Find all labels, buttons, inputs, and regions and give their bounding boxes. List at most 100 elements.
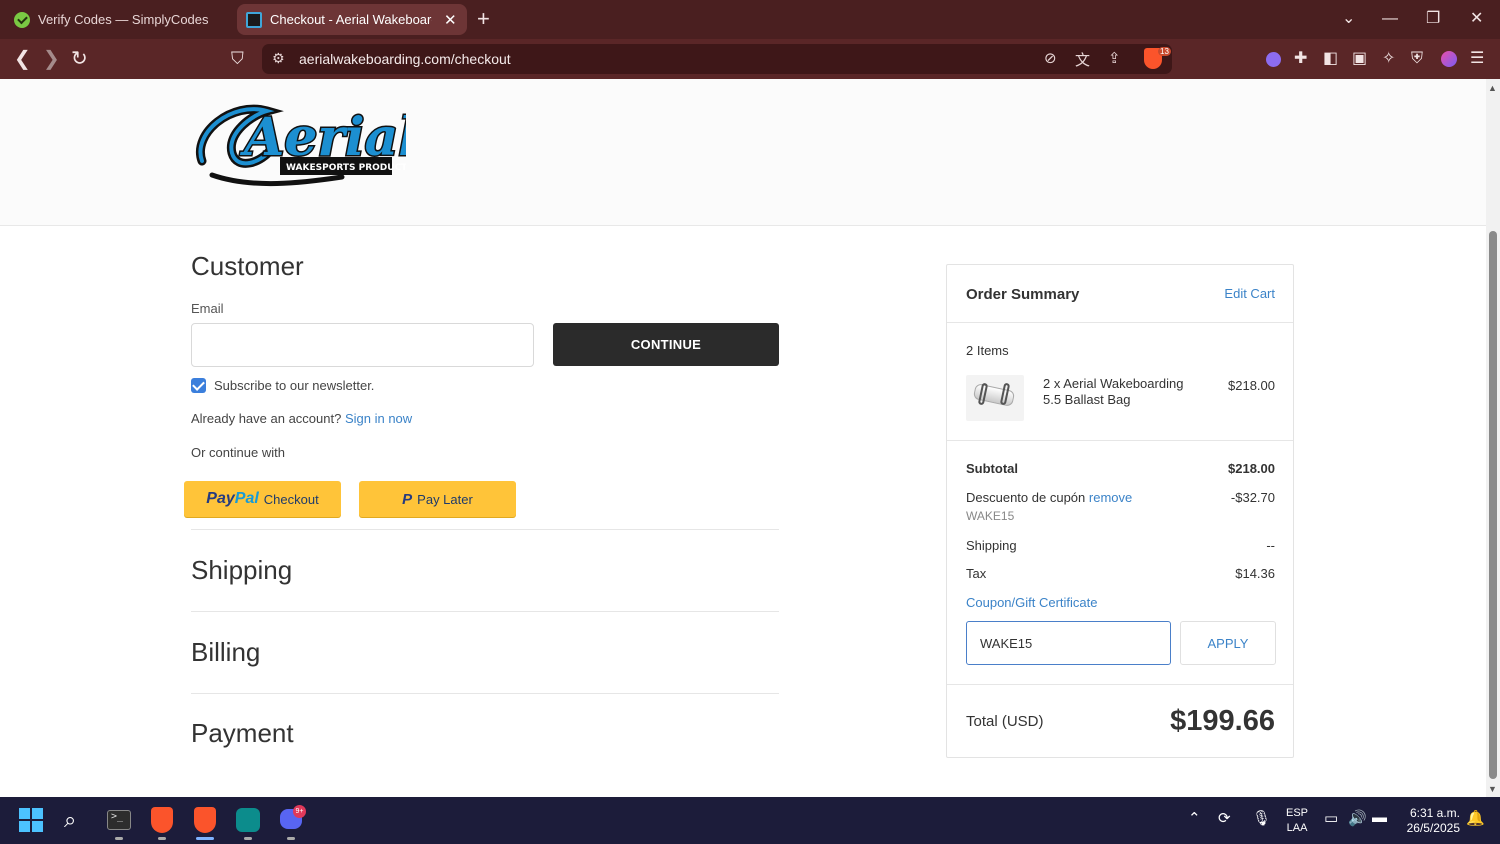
extension-purple-icon[interactable]	[1266, 52, 1281, 67]
network-icon[interactable]: ▭	[1324, 809, 1338, 827]
remove-coupon-link[interactable]: remove	[1089, 490, 1132, 505]
applied-coupon-code: WAKE15	[966, 509, 1015, 523]
language-indicator[interactable]: ESP LAA	[1286, 806, 1308, 836]
vpn-app-icon[interactable]	[236, 808, 260, 832]
shipping-value: --	[1266, 538, 1275, 553]
close-tab-icon[interactable]: ✕	[444, 11, 457, 29]
edit-cart-link[interactable]: Edit Cart	[1224, 286, 1275, 301]
scroll-down-icon[interactable]: ▼	[1488, 784, 1497, 794]
url-text[interactable]: aerialwakeboarding.com/checkout	[299, 51, 511, 67]
wallet-icon[interactable]: ▣	[1352, 49, 1367, 69]
reload-button[interactable]: ↻	[71, 47, 88, 71]
tax-label: Tax	[966, 566, 987, 581]
aerial-logo[interactable]: Aerial WAKESPORTS PRODUCTS	[192, 93, 406, 193]
clock[interactable]: 6:31 a.m. 26/5/2025	[1398, 806, 1460, 836]
email-field[interactable]	[191, 323, 534, 367]
paypal-checkout-button[interactable]: PayPal Checkout	[184, 481, 341, 517]
back-button[interactable]: ❮	[14, 47, 31, 71]
leo-sparkle-icon[interactable]: ✧	[1382, 49, 1395, 69]
minimize-button[interactable]: —	[1382, 9, 1398, 29]
new-tab-button[interactable]: +	[477, 6, 490, 32]
vpn-shield-icon[interactable]: ⛨	[1411, 49, 1423, 69]
search-icon[interactable]: ⌕	[64, 807, 90, 833]
extensions-puzzle-icon[interactable]: ✚	[1294, 49, 1307, 69]
customer-heading: Customer	[191, 251, 304, 281]
store-header: Aerial WAKESPORTS PRODUCTS	[0, 79, 1486, 226]
active-indicator	[196, 837, 214, 840]
sign-in-link[interactable]: Sign in now	[345, 411, 412, 426]
total-value: $199.66	[1170, 705, 1275, 737]
notification-bell-icon[interactable]: 🔔	[1466, 809, 1485, 827]
tray-chevron-up-icon[interactable]: ⌃	[1188, 809, 1201, 827]
clock-time: 6:31 a.m.	[1409, 806, 1460, 820]
order-summary-title: Order Summary	[966, 286, 1080, 303]
site-settings-icon[interactable]: ⚙	[272, 50, 285, 67]
bookmark-icon[interactable]: ⛉	[231, 47, 244, 71]
brave-browser-active-icon[interactable]	[194, 807, 216, 833]
tab-checkout[interactable]: Checkout - Aerial Wakeboarding ✕	[237, 4, 467, 35]
battery-icon[interactable]: ▬	[1372, 809, 1387, 826]
apply-coupon-button[interactable]: APPLY	[1180, 621, 1276, 665]
restore-button[interactable]: ❐	[1426, 9, 1440, 29]
close-window-button[interactable]: ✕	[1470, 9, 1483, 29]
section-divider	[191, 529, 779, 530]
simplycodes-icon	[14, 11, 30, 28]
tax-value: $14.36	[1235, 566, 1275, 581]
newsletter-label[interactable]: Subscribe to our newsletter.	[214, 378, 374, 393]
sync-icon[interactable]: ⟳	[1218, 809, 1231, 827]
shield-count-badge: 13	[1158, 47, 1171, 56]
microphone-icon[interactable]: 🎙	[1252, 809, 1271, 827]
reader-mode-icon[interactable]: ⊘	[1044, 49, 1057, 67]
language-line1: ESP	[1286, 807, 1309, 819]
section-divider	[191, 693, 779, 694]
summary-divider	[947, 684, 1293, 685]
continue-button[interactable]: CONTINUE	[553, 323, 779, 366]
subtotal-label: Subtotal	[966, 461, 1018, 476]
translate-icon[interactable]: 文	[1075, 49, 1090, 70]
sidebar-toggle-icon[interactable]: ◧	[1323, 49, 1338, 69]
payment-heading[interactable]: Payment	[191, 718, 294, 749]
forward-button[interactable]: ❯	[43, 47, 60, 71]
paypal-checkout-label: Checkout	[263, 491, 319, 507]
tab-list-chevron-icon[interactable]: ⌄	[1342, 9, 1355, 29]
shipping-label: Shipping	[966, 538, 1017, 553]
paypal-pay-later-button[interactable]: P Pay Later	[359, 481, 516, 517]
running-indicator	[287, 837, 295, 840]
pay-later-label: Pay Later	[417, 491, 473, 507]
summary-divider	[947, 322, 1293, 323]
tab-simplycodes[interactable]: Verify Codes — SimplyCodes	[14, 4, 236, 35]
coupon-gift-certificate-link[interactable]: Coupon/Gift Certificate	[966, 595, 1098, 610]
account-prompt: Already have an account? Sign in now	[191, 411, 412, 426]
address-bar[interactable]: ⚙ aerialwakeboarding.com/checkout ⊘ 文 ⇪ …	[262, 44, 1172, 74]
running-indicator	[244, 837, 252, 840]
share-icon[interactable]: ⇪	[1108, 49, 1121, 67]
windows-taskbar: ⌕ >_ 9+ ⌃ ⟳ 🎙 ESP LAA ▭ 🔊 ▬ 6:31 a.m. 26…	[0, 797, 1500, 844]
product-name: 2 x Aerial Wakeboarding 5.5 Ballast Bag	[1043, 376, 1184, 407]
leo-ai-icon[interactable]	[1441, 51, 1457, 67]
tab-title: Checkout - Aerial Wakeboarding	[270, 12, 432, 27]
shipping-heading[interactable]: Shipping	[191, 555, 292, 586]
logo-subtext: WAKESPORTS PRODUCTS	[286, 163, 406, 173]
menu-icon[interactable]: ☰	[1470, 49, 1484, 69]
volume-icon[interactable]: 🔊	[1348, 809, 1367, 827]
browser-toolbar: ❮ ❯ ↻ ⛉ ⚙ aerialwakeboarding.com/checkou…	[0, 39, 1500, 79]
discount-value: -$32.70	[1230, 490, 1275, 505]
discord-badge: 9+	[293, 805, 306, 818]
order-summary: Order Summary Edit Cart 2 Items 2 x Aeri…	[946, 264, 1294, 758]
terminal-icon[interactable]: >_	[107, 810, 131, 830]
aerial-favicon-icon	[246, 11, 262, 28]
account-prompt-text: Already have an account?	[191, 411, 342, 426]
running-indicator	[115, 837, 123, 840]
coupon-input[interactable]: WAKE15	[966, 621, 1171, 665]
windows-start-icon[interactable]	[19, 808, 43, 832]
page-scrollbar[interactable]: ▲ ▼	[1486, 79, 1500, 797]
brave-browser-icon[interactable]	[151, 807, 173, 833]
billing-heading[interactable]: Billing	[191, 637, 260, 668]
language-line2: LAA	[1286, 822, 1308, 834]
scroll-up-icon[interactable]: ▲	[1488, 83, 1497, 93]
browser-tab-bar: Verify Codes — SimplyCodes Checkout - Ae…	[0, 0, 1500, 39]
checkout-page: Aerial WAKESPORTS PRODUCTS Customer Emai…	[0, 79, 1486, 797]
subtotal-value: $218.00	[1228, 461, 1275, 476]
scrollbar-thumb[interactable]	[1489, 231, 1497, 779]
newsletter-checkbox[interactable]	[191, 378, 206, 393]
